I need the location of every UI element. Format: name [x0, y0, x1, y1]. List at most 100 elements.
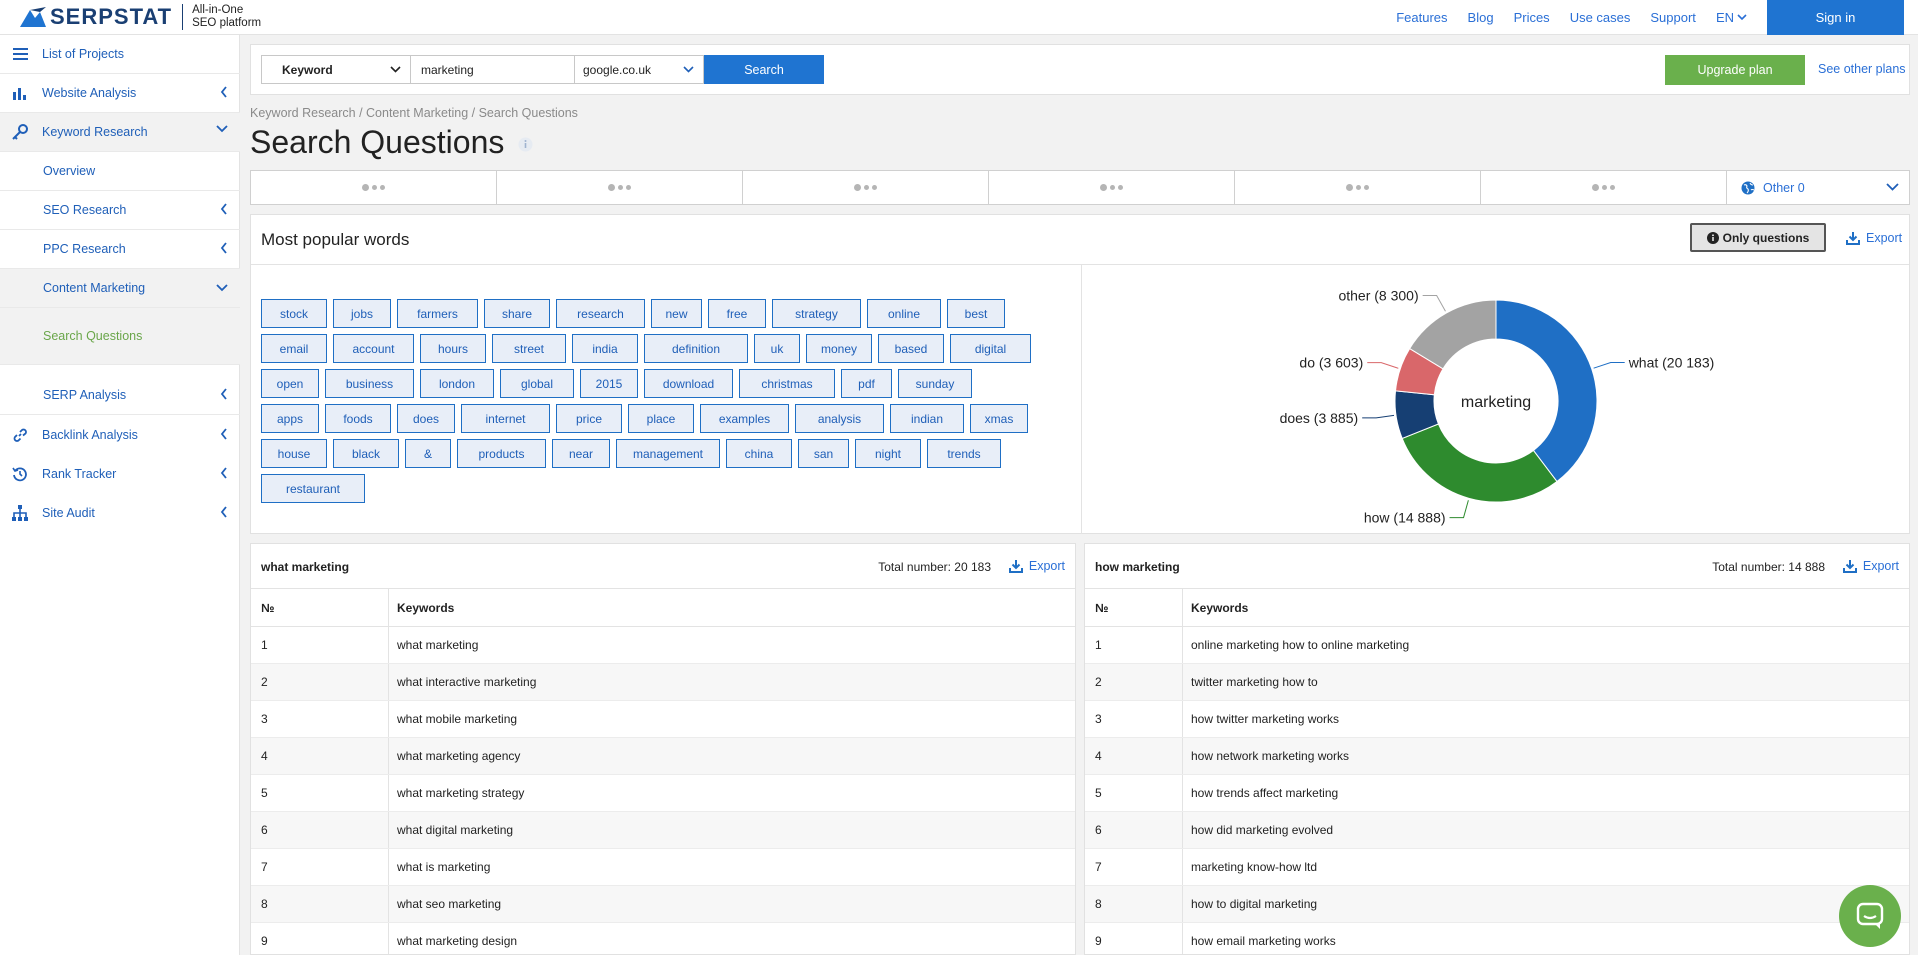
word-chip[interactable]: does	[397, 404, 455, 433]
nav-blog[interactable]: Blog	[1468, 10, 1494, 25]
sidebar-item-content-marketing[interactable]: Content Marketing	[0, 269, 240, 307]
word-chip[interactable]: san	[798, 439, 849, 468]
row-keyword[interactable]: what is marketing	[389, 849, 1075, 885]
sidebar-item-projects[interactable]: List of Projects	[0, 35, 240, 73]
row-keyword[interactable]: what marketing strategy	[389, 775, 1075, 811]
search-button[interactable]: Search	[704, 55, 824, 84]
word-chip[interactable]: black	[333, 439, 399, 468]
word-chip[interactable]: analysis	[795, 404, 884, 433]
sidebar-item-site-audit[interactable]: Site Audit	[0, 494, 240, 532]
table-row[interactable]: 1 what marketing	[251, 627, 1075, 664]
table-row[interactable]: 5 how trends affect marketing	[1085, 775, 1909, 812]
upgrade-plan-button[interactable]: Upgrade plan	[1665, 55, 1805, 85]
only-questions-button[interactable]: Only questions	[1690, 223, 1826, 252]
word-chip[interactable]: digital	[950, 334, 1031, 363]
row-keyword[interactable]: what marketing	[389, 627, 1075, 663]
tab-loading[interactable]	[743, 171, 989, 204]
column-keywords[interactable]: Keywords	[389, 589, 1075, 626]
word-chip[interactable]: christmas	[739, 369, 835, 398]
row-keyword[interactable]: online marketing how to online marketing	[1183, 627, 1909, 663]
sign-in-button[interactable]: Sign in	[1767, 0, 1904, 35]
sidebar-item-rank-tracker[interactable]: Rank Tracker	[0, 455, 240, 493]
nav-features[interactable]: Features	[1396, 10, 1447, 25]
table-row[interactable]: 4 what marketing agency	[251, 738, 1075, 775]
word-chip[interactable]: share	[484, 299, 550, 328]
donut-slice-what[interactable]	[1495, 299, 1598, 483]
tab-loading[interactable]	[989, 171, 1235, 204]
database-select[interactable]: google.co.uk	[574, 55, 704, 84]
table-row[interactable]: 2 what interactive marketing	[251, 664, 1075, 701]
table-row[interactable]: 3 what mobile marketing	[251, 701, 1075, 738]
word-chip[interactable]: china	[726, 439, 792, 468]
word-chip[interactable]: business	[325, 369, 414, 398]
search-type-select[interactable]: Keyword	[261, 55, 411, 84]
word-chip[interactable]: house	[261, 439, 327, 468]
tab-loading[interactable]	[497, 171, 743, 204]
word-chip[interactable]: open	[261, 369, 319, 398]
word-chip[interactable]: new	[651, 299, 702, 328]
word-chip[interactable]: restaurant	[261, 474, 365, 503]
info-icon[interactable]	[518, 137, 533, 152]
word-chip[interactable]: indian	[890, 404, 964, 433]
word-chip[interactable]: near	[552, 439, 610, 468]
word-chip[interactable]: place	[628, 404, 694, 433]
word-chip[interactable]: hours	[420, 334, 486, 363]
word-chip[interactable]: sunday	[898, 369, 972, 398]
row-keyword[interactable]: how trends affect marketing	[1183, 775, 1909, 811]
column-keywords[interactable]: Keywords	[1183, 589, 1909, 626]
word-chip[interactable]: london	[420, 369, 494, 398]
search-input[interactable]: marketing	[411, 55, 575, 84]
word-chip[interactable]: pdf	[841, 369, 892, 398]
table-row[interactable]: 4 how network marketing works	[1085, 738, 1909, 775]
word-chip[interactable]: best	[947, 299, 1005, 328]
table-row[interactable]: 5 what marketing strategy	[251, 775, 1075, 812]
row-keyword[interactable]: what digital marketing	[389, 812, 1075, 848]
row-keyword[interactable]: what marketing design	[389, 923, 1075, 954]
word-chip[interactable]: money	[806, 334, 872, 363]
chat-button[interactable]	[1839, 885, 1901, 947]
row-keyword[interactable]: how did marketing evolved	[1183, 812, 1909, 848]
word-chip[interactable]: email	[261, 334, 327, 363]
row-keyword[interactable]: how to digital marketing	[1183, 886, 1909, 922]
column-number[interactable]: №	[251, 589, 389, 626]
word-chip[interactable]: online	[867, 299, 941, 328]
sidebar-item-search-questions[interactable]: Search Questions	[0, 308, 240, 364]
export-button[interactable]: Export	[1842, 559, 1899, 573]
donut-slice-how[interactable]	[1401, 423, 1558, 503]
word-chip[interactable]: price	[556, 404, 622, 433]
row-keyword[interactable]: what seo marketing	[389, 886, 1075, 922]
sidebar-item-serp-analysis[interactable]: SERP Analysis	[0, 376, 240, 414]
table-row[interactable]: 7 what is marketing	[251, 849, 1075, 886]
word-chip[interactable]: night	[855, 439, 921, 468]
tab-other[interactable]: Other 0	[1727, 171, 1909, 204]
sidebar-item-backlink-analysis[interactable]: Backlink Analysis	[0, 416, 240, 454]
breadcrumb[interactable]: Keyword Research / Content Marketing / S…	[250, 106, 578, 120]
word-chip[interactable]: &	[405, 439, 451, 468]
tab-loading[interactable]	[1481, 171, 1727, 204]
table-row[interactable]: 2 twitter marketing how to	[1085, 664, 1909, 701]
word-chip[interactable]: 2015	[580, 369, 638, 398]
word-chip[interactable]: foods	[325, 404, 391, 433]
word-chip[interactable]: trends	[927, 439, 1001, 468]
column-number[interactable]: №	[1085, 589, 1183, 626]
word-chip[interactable]: india	[572, 334, 638, 363]
word-chip[interactable]: global	[500, 369, 574, 398]
export-button[interactable]: Export	[1008, 559, 1065, 573]
tab-loading[interactable]	[1235, 171, 1481, 204]
nav-support[interactable]: Support	[1650, 10, 1696, 25]
word-chip[interactable]: products	[457, 439, 546, 468]
word-chip[interactable]: examples	[700, 404, 789, 433]
word-chip[interactable]: xmas	[970, 404, 1028, 433]
sidebar-item-seo-research[interactable]: SEO Research	[0, 191, 240, 229]
logo[interactable]: SERPSTAT All-in-One SEO platform	[20, 3, 261, 31]
row-keyword[interactable]: marketing know-how ltd	[1183, 849, 1909, 885]
table-row[interactable]: 6 what digital marketing	[251, 812, 1075, 849]
sidebar-item-website-analysis[interactable]: Website Analysis	[0, 74, 240, 112]
word-chip[interactable]: uk	[754, 334, 800, 363]
word-chip[interactable]: research	[556, 299, 645, 328]
table-row[interactable]: 9 how email marketing works	[1085, 923, 1909, 954]
word-chip[interactable]: jobs	[333, 299, 391, 328]
word-chip[interactable]: based	[878, 334, 944, 363]
tab-loading[interactable]	[251, 171, 497, 204]
word-chip[interactable]: farmers	[397, 299, 478, 328]
